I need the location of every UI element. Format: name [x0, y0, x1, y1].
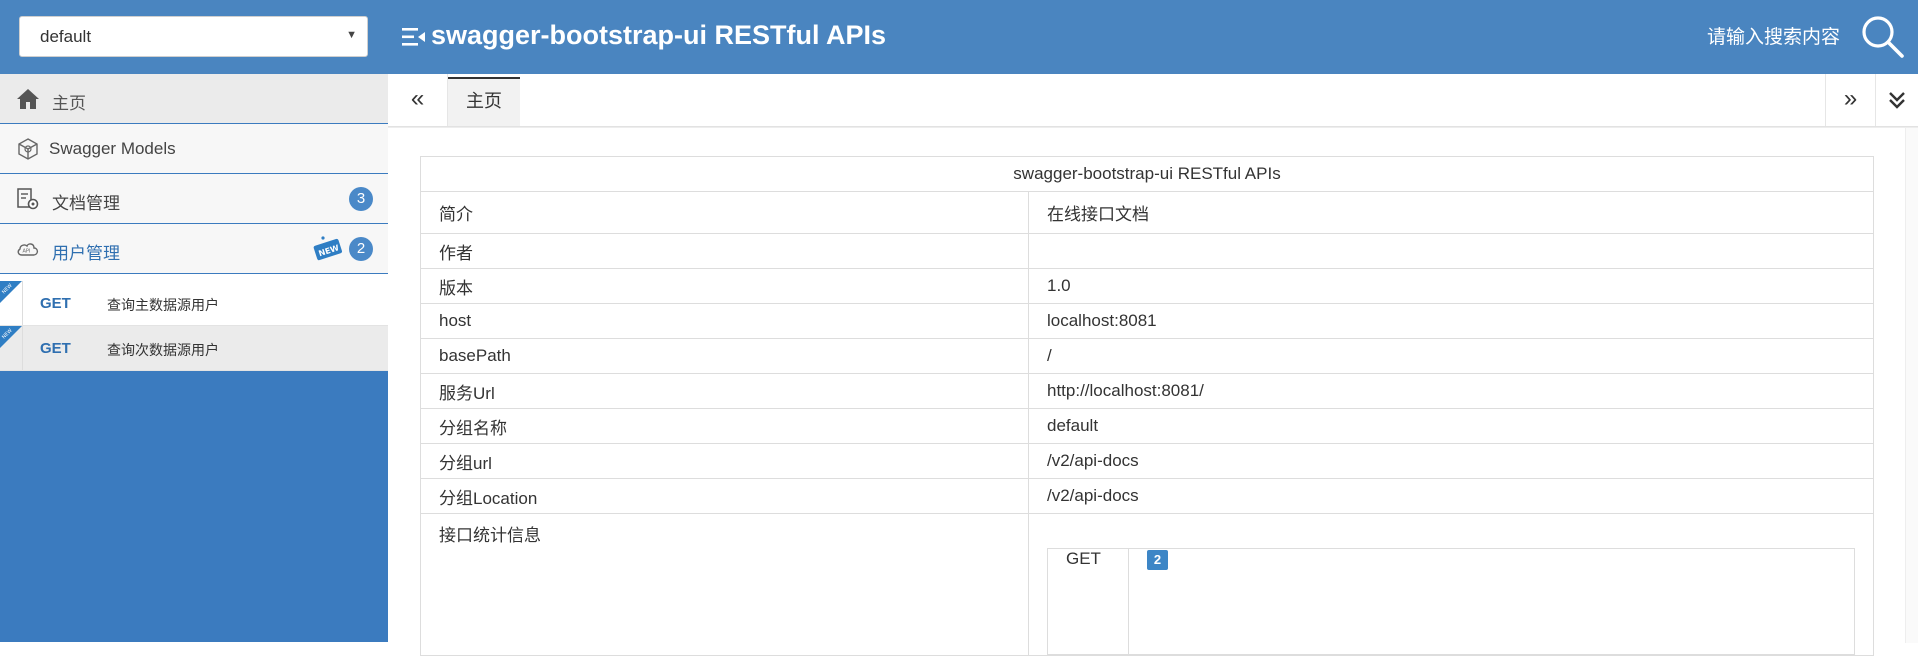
divider — [22, 281, 23, 325]
http-method: GET — [40, 340, 71, 357]
sidebar-item-label: 主页 — [52, 94, 86, 113]
search-icon[interactable] — [1858, 12, 1906, 60]
sidebar-item-doc-management[interactable]: 文档管理 3 — [0, 174, 388, 224]
table-row: 简介 在线接口文档 — [420, 191, 1874, 234]
new-tag-icon: NEW — [313, 236, 343, 261]
tab-scroll-left-button[interactable]: « — [388, 74, 448, 126]
group-select-value: default — [40, 27, 92, 46]
stats-table: GET 2 — [1047, 548, 1855, 655]
home-icon — [17, 89, 39, 109]
tab-options-button[interactable] — [1875, 74, 1918, 126]
sidebar-item-label: 文档管理 — [52, 194, 120, 213]
table-row: 接口统计信息 GET 2 — [420, 513, 1874, 656]
row-key: 分组Location — [420, 478, 1029, 514]
stats-method: GET — [1047, 548, 1129, 655]
row-value: 1.0 — [1028, 268, 1874, 304]
row-key: 分组名称 — [420, 408, 1029, 444]
count-badge: 2 — [1147, 550, 1168, 570]
sidebar-item-swagger-models[interactable]: Swagger Models — [0, 124, 388, 174]
cube-icon — [18, 138, 38, 160]
new-corner-icon: NEW — [0, 326, 22, 348]
sidebar-item-user-management[interactable]: API 用户管理 NEW 2 — [0, 224, 388, 274]
row-value: GET 2 — [1028, 513, 1874, 656]
row-key: 作者 — [420, 233, 1029, 269]
table-caption: swagger-bootstrap-ui RESTful APIs — [420, 156, 1874, 192]
sidebar-item-home[interactable]: 主页 — [0, 74, 388, 124]
api-info-table: swagger-bootstrap-ui RESTful APIs 简介 在线接… — [420, 156, 1874, 656]
app-title: swagger-bootstrap-ui RESTful APIs — [431, 20, 887, 50]
stats-count-cell: 2 — [1128, 548, 1855, 655]
table-row: 分组名称 default — [420, 408, 1874, 444]
sidebar-subitem-api[interactable]: NEW GET 查询主数据源用户 — [0, 281, 388, 326]
sidebar-item-label: 用户管理 — [52, 244, 120, 263]
caret-down-icon: ▼ — [346, 29, 357, 41]
sidebar-menu: 主页 Swagger Models 文档管理 3 API 用户管理 NEW 2 … — [0, 74, 388, 371]
subitem-label: 查询主数据源用户 — [107, 297, 219, 313]
row-value: /v2/api-docs — [1028, 478, 1874, 514]
row-key: 接口统计信息 — [420, 513, 1029, 656]
table-row: 版本 1.0 — [420, 268, 1874, 304]
tab-home[interactable]: 主页 — [448, 77, 520, 126]
row-key: 服务Url — [420, 373, 1029, 409]
row-value: default — [1028, 408, 1874, 444]
settings-doc-icon — [17, 188, 39, 210]
search-input[interactable] — [1640, 20, 1840, 56]
subitem-label: 查询次数据源用户 — [107, 342, 219, 358]
tab-bar: « 主页 » — [388, 74, 1918, 127]
sidebar: 主页 Swagger Models 文档管理 3 API 用户管理 NEW 2 … — [0, 74, 388, 642]
double-chevron-down-icon — [1889, 92, 1905, 109]
table-row: 分组Location /v2/api-docs — [420, 478, 1874, 514]
table-row: host localhost:8081 — [420, 303, 1874, 339]
http-method: GET — [40, 295, 71, 312]
row-value: /v2/api-docs — [1028, 443, 1874, 479]
row-value: http://localhost:8081/ — [1028, 373, 1874, 409]
row-key: 简介 — [420, 191, 1029, 234]
row-value: / — [1028, 338, 1874, 374]
table-row: basePath / — [420, 338, 1874, 374]
tab-scroll-right-button[interactable]: » — [1825, 74, 1875, 126]
new-corner-icon: NEW — [0, 281, 22, 303]
table-row: 作者 — [420, 233, 1874, 269]
count-badge: 2 — [349, 237, 373, 261]
top-header: default ▼ swagger-bootstrap-ui RESTful A… — [0, 0, 1918, 74]
main-content: swagger-bootstrap-ui RESTful APIs 简介 在线接… — [388, 127, 1918, 656]
menu-toggle-icon[interactable] — [401, 24, 427, 50]
row-value — [1028, 233, 1874, 269]
row-key: host — [420, 303, 1029, 339]
table-row: 分组url /v2/api-docs — [420, 443, 1874, 479]
sidebar-item-label: Swagger Models — [49, 139, 176, 158]
scrollbar[interactable] — [1905, 128, 1918, 643]
row-key: 版本 — [420, 268, 1029, 304]
api-cloud-icon: API — [17, 243, 39, 256]
table-row: 服务Url http://localhost:8081/ — [420, 373, 1874, 409]
svg-text:API: API — [23, 249, 31, 255]
row-value: 在线接口文档 — [1028, 191, 1874, 234]
divider — [22, 326, 23, 370]
count-badge: 3 — [349, 187, 373, 211]
row-key: basePath — [420, 338, 1029, 374]
group-select[interactable]: default ▼ — [19, 16, 368, 57]
row-value: localhost:8081 — [1028, 303, 1874, 339]
sidebar-subitem-api[interactable]: NEW GET 查询次数据源用户 — [0, 326, 388, 371]
sidebar-divider — [0, 274, 388, 281]
row-key: 分组url — [420, 443, 1029, 479]
